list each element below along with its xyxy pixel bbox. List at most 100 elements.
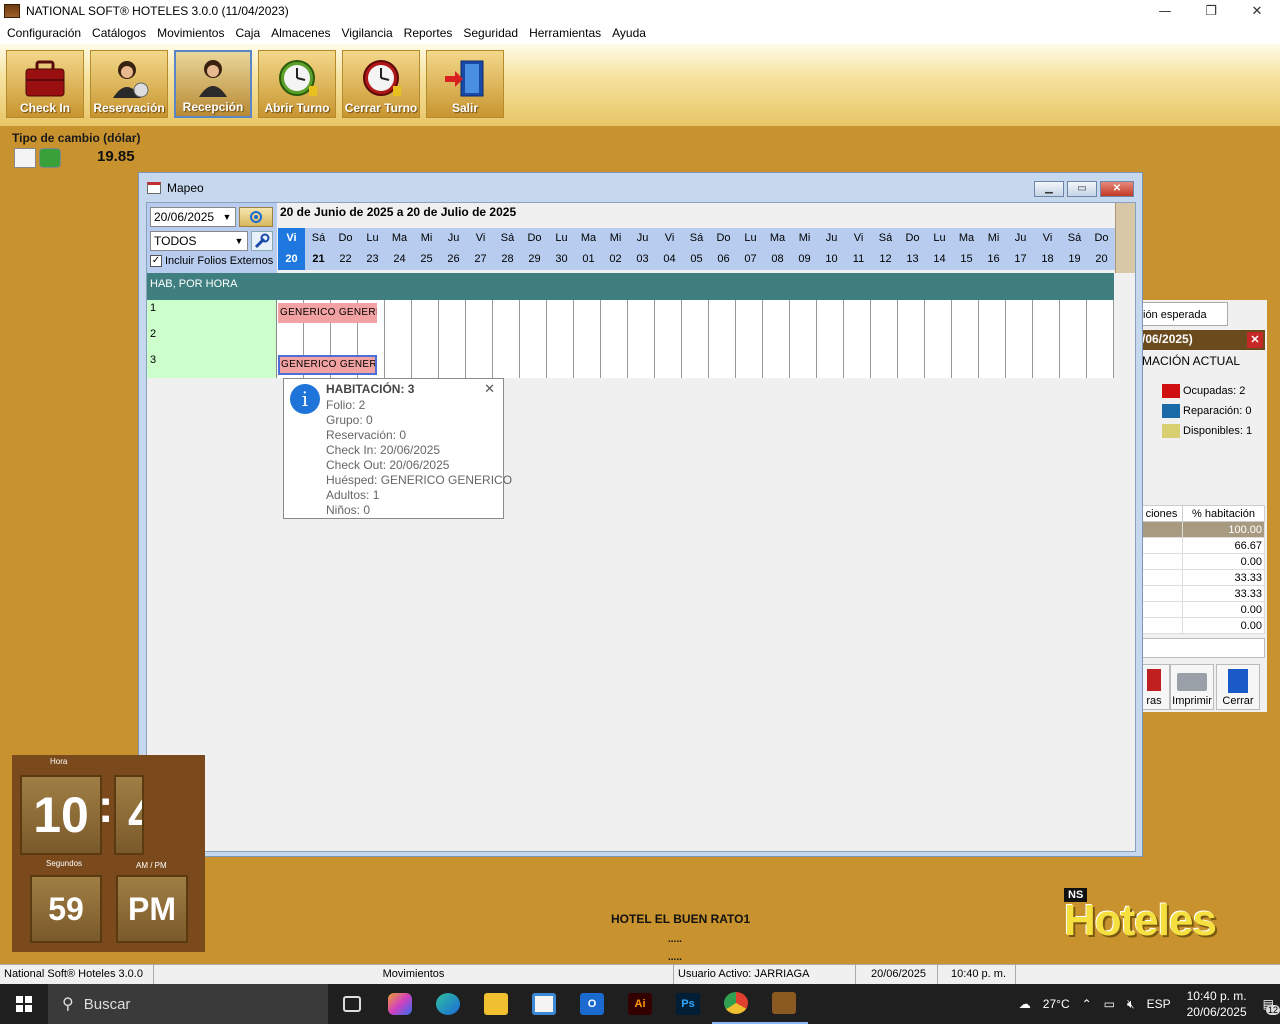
day-cell[interactable] [655, 300, 682, 326]
day-cell[interactable] [601, 326, 628, 352]
day-cell[interactable] [1087, 326, 1114, 352]
day-column-header[interactable]: Lu 07 [737, 228, 764, 270]
abrir-turno-button[interactable]: Abrir Turno [258, 50, 336, 118]
day-column-header[interactable]: Ma 24 [386, 228, 413, 270]
menu-movimientos[interactable]: Movimientos [153, 26, 231, 40]
day-column-header[interactable]: Vi 18 [1034, 228, 1061, 270]
day-cell[interactable] [763, 352, 790, 378]
tools-button[interactable] [251, 231, 273, 251]
day-cell[interactable] [547, 326, 574, 352]
chevron-down-icon[interactable]: ▼ [232, 233, 246, 249]
day-column-header[interactable]: Lu 30 [548, 228, 575, 270]
mapeo-close-button[interactable]: ✕ [1100, 181, 1134, 197]
day-cell[interactable] [817, 300, 844, 326]
day-cell[interactable] [655, 352, 682, 378]
day-cell[interactable] [979, 352, 1006, 378]
file-explorer-icon[interactable] [472, 984, 520, 1024]
imprimir-button[interactable]: Imprimir [1170, 664, 1214, 710]
room-number[interactable]: 3 [147, 352, 277, 378]
menu-seguridad[interactable]: Seguridad [459, 26, 525, 40]
store-icon[interactable] [520, 984, 568, 1024]
day-cell[interactable] [547, 300, 574, 326]
checkbox-checked-icon[interactable]: ✓ [150, 255, 162, 267]
day-column-header[interactable]: Lu 23 [359, 228, 386, 270]
day-cell[interactable] [358, 326, 385, 352]
day-cell[interactable] [925, 326, 952, 352]
day-cell[interactable] [682, 300, 709, 326]
cerrar-button[interactable]: Cerrar [1216, 664, 1260, 710]
day-cell[interactable] [979, 300, 1006, 326]
day-cell[interactable] [790, 326, 817, 352]
photoshop-icon[interactable]: Ps [664, 984, 712, 1024]
day-cell[interactable] [817, 352, 844, 378]
day-column-header[interactable]: Ju 17 [1007, 228, 1034, 270]
booking-bar[interactable]: GENERICO GENERICO [278, 303, 377, 323]
day-cell[interactable] [709, 326, 736, 352]
reservacion-button[interactable]: Reservación [90, 50, 168, 118]
day-cell[interactable] [1033, 352, 1060, 378]
day-cell[interactable] [574, 352, 601, 378]
include-external-checkbox[interactable]: ✓ Incluir Folios Externos [150, 255, 273, 267]
day-cell[interactable] [979, 326, 1006, 352]
menu-ayuda[interactable]: Ayuda [608, 26, 653, 40]
tooltip-close-icon[interactable]: ✕ [484, 381, 495, 397]
day-cell[interactable] [898, 352, 925, 378]
day-cell[interactable] [385, 300, 412, 326]
day-cell[interactable] [412, 352, 439, 378]
day-column-header[interactable]: Mi 02 [602, 228, 629, 270]
day-cell[interactable] [1006, 326, 1033, 352]
day-cell[interactable] [574, 300, 601, 326]
day-column-header[interactable]: Ju 03 [629, 228, 656, 270]
day-cell[interactable] [682, 352, 709, 378]
room-number[interactable]: 2 [147, 326, 277, 352]
day-column-header[interactable]: Sá 21 [305, 228, 332, 270]
menu-vigilancia[interactable]: Vigilancia [338, 26, 400, 40]
table-row[interactable]: 0.00 [1140, 553, 1265, 570]
day-cell[interactable] [1033, 300, 1060, 326]
day-cell[interactable] [844, 300, 871, 326]
day-cell[interactable] [1033, 326, 1060, 352]
date-picker[interactable]: 20/06/2025 ▼ [150, 207, 236, 227]
day-column-header[interactable]: Mi 09 [791, 228, 818, 270]
mapeo-maximize-button[interactable]: ▭ [1067, 181, 1097, 197]
day-cell[interactable] [331, 326, 358, 352]
day-cell[interactable] [790, 352, 817, 378]
day-column-header[interactable]: Vi 20 [278, 228, 305, 270]
chrome-icon[interactable] [712, 984, 760, 1024]
day-cell[interactable] [1006, 300, 1033, 326]
day-column-header[interactable]: Vi 11 [845, 228, 872, 270]
day-column-header[interactable]: Ju 10 [818, 228, 845, 270]
day-cell[interactable] [736, 352, 763, 378]
day-column-header[interactable]: Ma 01 [575, 228, 602, 270]
weather-temp[interactable]: 27°C [1037, 997, 1076, 1011]
minimize-button[interactable]: — [1142, 0, 1188, 22]
day-cell[interactable] [1087, 300, 1114, 326]
taskbar-search[interactable]: ⚲ Buscar [48, 984, 328, 1024]
day-cell[interactable] [844, 326, 871, 352]
day-cell[interactable] [871, 326, 898, 352]
task-view-icon[interactable] [328, 984, 376, 1024]
start-button[interactable] [0, 984, 48, 1024]
day-cell[interactable] [898, 326, 925, 352]
menu-almacenes[interactable]: Almacenes [267, 26, 337, 40]
room-filter-select[interactable]: TODOS ▼ [150, 231, 248, 251]
day-column-header[interactable]: Ju 26 [440, 228, 467, 270]
table-row[interactable]: 66.67 [1140, 537, 1265, 554]
booking-bar[interactable]: GENERICO GENERICO [278, 355, 377, 375]
day-column-header[interactable]: Do 22 [332, 228, 359, 270]
day-cell[interactable] [736, 326, 763, 352]
edge-icon[interactable] [424, 984, 472, 1024]
day-cell[interactable] [763, 300, 790, 326]
day-column-header[interactable]: Lu 14 [926, 228, 953, 270]
copilot-icon[interactable] [376, 984, 424, 1024]
table-row[interactable]: 100.00 [1140, 521, 1265, 538]
day-cell[interactable] [412, 326, 439, 352]
panel-close-icon[interactable]: ✕ [1247, 332, 1263, 348]
day-cell[interactable] [628, 352, 655, 378]
day-cell[interactable] [763, 326, 790, 352]
day-column-header[interactable]: Do 13 [899, 228, 926, 270]
day-column-header[interactable]: Vi 04 [656, 228, 683, 270]
day-cell[interactable] [439, 300, 466, 326]
day-cell[interactable] [952, 326, 979, 352]
day-cell[interactable] [493, 300, 520, 326]
